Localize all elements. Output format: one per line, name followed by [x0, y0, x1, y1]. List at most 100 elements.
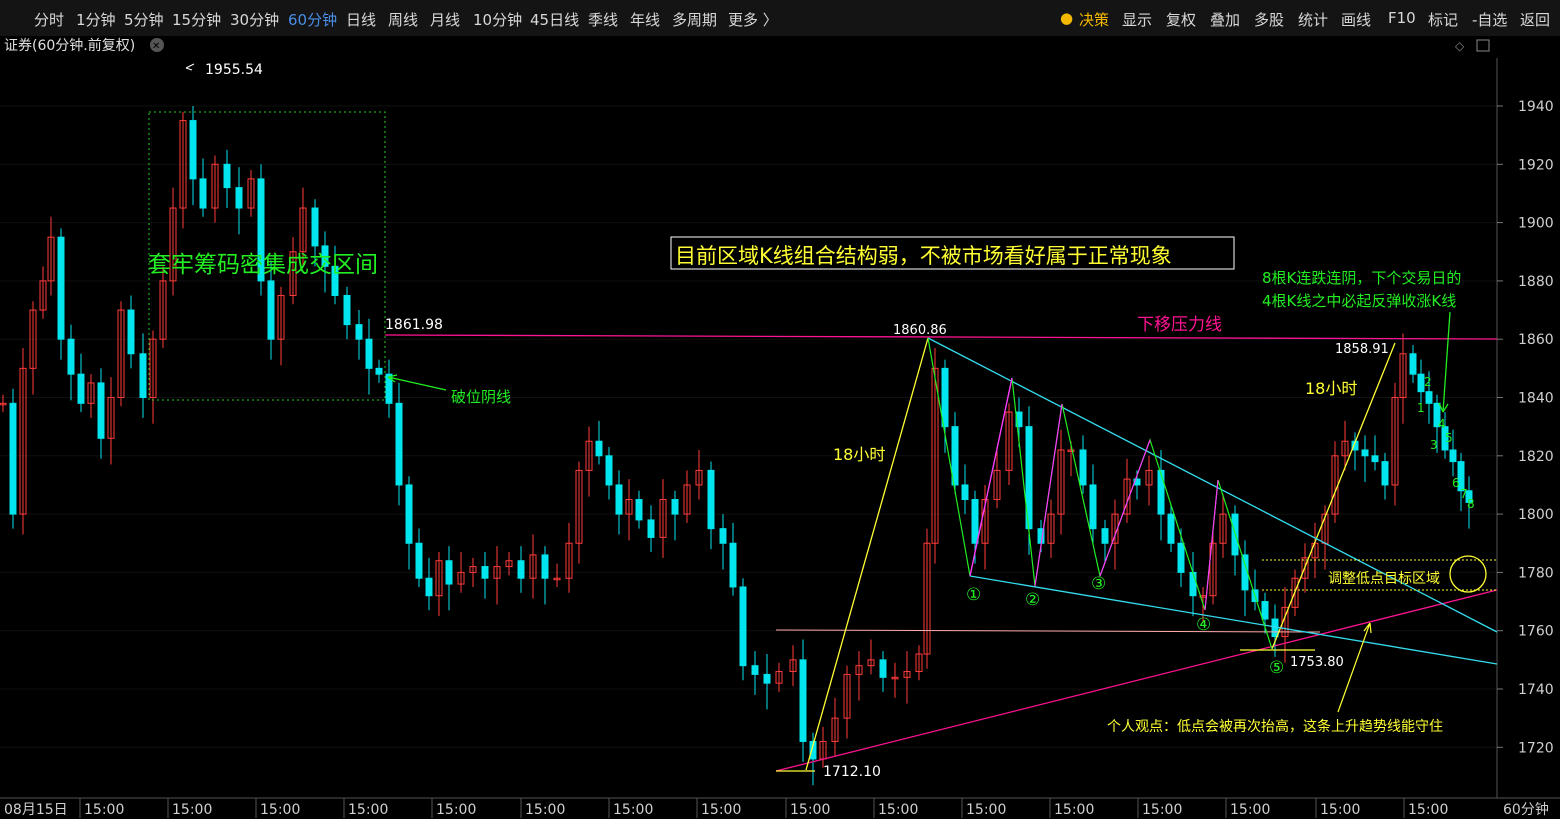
- price-tick-label: 1720: [1518, 740, 1554, 756]
- candle-body: [189, 120, 197, 180]
- candle-body: [395, 402, 403, 486]
- candle-body: [961, 484, 969, 501]
- low2-price-label: 1753.80: [1290, 655, 1344, 670]
- time-tick-label: 15:00: [525, 802, 565, 818]
- candle-body: [879, 659, 887, 678]
- top-toolbar: 分时 1分钟 5分钟 15分钟 30分钟 60分钟 日线 周线 月线 10分钟 …: [0, 0, 1560, 37]
- count-mark-6: 6: [1452, 476, 1460, 490]
- candle-body: [729, 542, 737, 588]
- headline-text: 目前区域K线组合结构弱，不被市场看好属于正常现象: [675, 244, 1172, 268]
- multi-stock-button[interactable]: 多股: [1254, 9, 1284, 30]
- time-tick-label: 15:00: [172, 802, 212, 818]
- f10-button[interactable]: F10: [1388, 9, 1416, 27]
- candle-body: [405, 484, 413, 544]
- price-tick-label: 1740: [1518, 682, 1554, 698]
- decision-button[interactable]: 决策: [1079, 9, 1109, 30]
- time-tick-label: 15:00: [790, 802, 830, 818]
- interval-tab-multi[interactable]: 多周期: [672, 9, 717, 30]
- back-button[interactable]: 返回: [1520, 9, 1550, 30]
- candle-body: [739, 586, 747, 667]
- hours-label-1: 18小时: [833, 445, 885, 464]
- candle-body: [615, 484, 623, 515]
- interval-tab-5min[interactable]: 5分钟: [124, 9, 164, 30]
- time-tick-label: 08月15日: [4, 802, 68, 818]
- count-mark-2: 2: [1424, 375, 1432, 389]
- overlay-button[interactable]: 叠加: [1210, 9, 1240, 30]
- candle-body: [1101, 528, 1109, 544]
- interval-tab-month[interactable]: 月线: [430, 9, 460, 30]
- period-label: 60分钟: [1503, 801, 1549, 818]
- candle-body: [77, 373, 85, 404]
- display-button[interactable]: 显示: [1122, 9, 1152, 30]
- candle-body: [127, 309, 135, 355]
- time-tick-label: 15:00: [84, 802, 124, 818]
- watchlist-remove-button[interactable]: -自选: [1472, 9, 1507, 30]
- interval-tab-fenshi[interactable]: 分时: [34, 9, 64, 30]
- time-tick-label: 15:00: [613, 802, 653, 818]
- interval-tab-60min[interactable]: 60分钟: [288, 9, 337, 30]
- candle-body: [1381, 461, 1389, 486]
- close-x-icon[interactable]: ✕: [152, 41, 160, 52]
- candle-body: [445, 560, 453, 585]
- candle-body: [671, 499, 679, 515]
- adjust-button[interactable]: 复权: [1166, 9, 1196, 30]
- candle-body: [751, 665, 759, 675]
- lightbulb-icon[interactable]: ●: [1060, 9, 1073, 27]
- candle-body: [1177, 542, 1185, 573]
- candle-body: [67, 338, 75, 375]
- hours-label-2: 18小时: [1305, 379, 1357, 398]
- interval-tab-more[interactable]: 更多 〉: [728, 9, 778, 30]
- candle-body: [415, 542, 423, 579]
- interval-tab-45day[interactable]: 45日线: [530, 9, 579, 30]
- candle-body: [1089, 484, 1097, 530]
- candle-body: [375, 367, 383, 375]
- statistics-button[interactable]: 统计: [1298, 9, 1328, 30]
- time-tick-label: 15:00: [1054, 802, 1094, 818]
- candle-body: [605, 455, 613, 486]
- time-tick-label: 15:00: [1408, 802, 1448, 818]
- time-tick-label: 15:00: [260, 802, 300, 818]
- candle-body: [719, 528, 727, 544]
- time-tick-label: 15:00: [878, 802, 918, 818]
- candle-body: [941, 367, 949, 428]
- candle-body: [235, 187, 243, 209]
- candle-body: [1449, 449, 1457, 463]
- price-tick-label: 1940: [1518, 99, 1554, 115]
- interval-tab-quarter[interactable]: 季线: [588, 9, 618, 30]
- mark-button[interactable]: 标记: [1428, 9, 1458, 30]
- time-tick-label: 15:00: [1142, 802, 1182, 818]
- draw-line-button[interactable]: 画线: [1341, 9, 1371, 30]
- price-tick-label: 1840: [1518, 391, 1554, 407]
- interval-tab-10min[interactable]: 10分钟: [473, 9, 522, 30]
- price-tick-label: 1860: [1518, 332, 1554, 348]
- interval-tab-15min[interactable]: 15分钟: [172, 9, 221, 30]
- wave-mark-5: ⑤: [1269, 658, 1284, 678]
- interval-tab-week[interactable]: 周线: [388, 9, 418, 30]
- chart-title: 证券(60分钟.前复权): [4, 37, 135, 54]
- candle-body: [1261, 601, 1269, 620]
- wave-mark-3: ③: [1091, 574, 1106, 594]
- candle-body: [223, 163, 231, 189]
- interval-tab-year[interactable]: 年线: [630, 9, 660, 30]
- candle-body: [971, 499, 979, 544]
- candle-body: [595, 440, 603, 457]
- diamond-icon[interactable]: ◇: [1455, 39, 1465, 53]
- count-mark-8: 8: [1467, 497, 1475, 511]
- candle-body: [647, 519, 655, 538]
- interval-tab-day[interactable]: 日线: [346, 9, 376, 30]
- trapped-zone-label: 套牢筹码密集成交区间: [148, 252, 378, 278]
- candle-body: [1371, 455, 1379, 463]
- kline-chart[interactable]: 证券(60分钟.前复权) ✕ ◇ 19401920190018801860184…: [0, 36, 1560, 819]
- interval-tab-1min[interactable]: 1分钟: [76, 9, 116, 30]
- price-tick-label: 1800: [1518, 507, 1554, 523]
- price-tick-label: 1880: [1518, 274, 1554, 290]
- interval-tab-30min[interactable]: 30分钟: [230, 9, 279, 30]
- candle-body: [707, 469, 715, 530]
- price-tick-label: 1780: [1518, 565, 1554, 581]
- candle-body: [199, 178, 207, 209]
- candle-body: [1361, 449, 1369, 457]
- candle-body: [635, 499, 643, 521]
- price-tick-label: 1760: [1518, 624, 1554, 640]
- candle-body: [57, 236, 65, 340]
- candle-body: [763, 673, 771, 684]
